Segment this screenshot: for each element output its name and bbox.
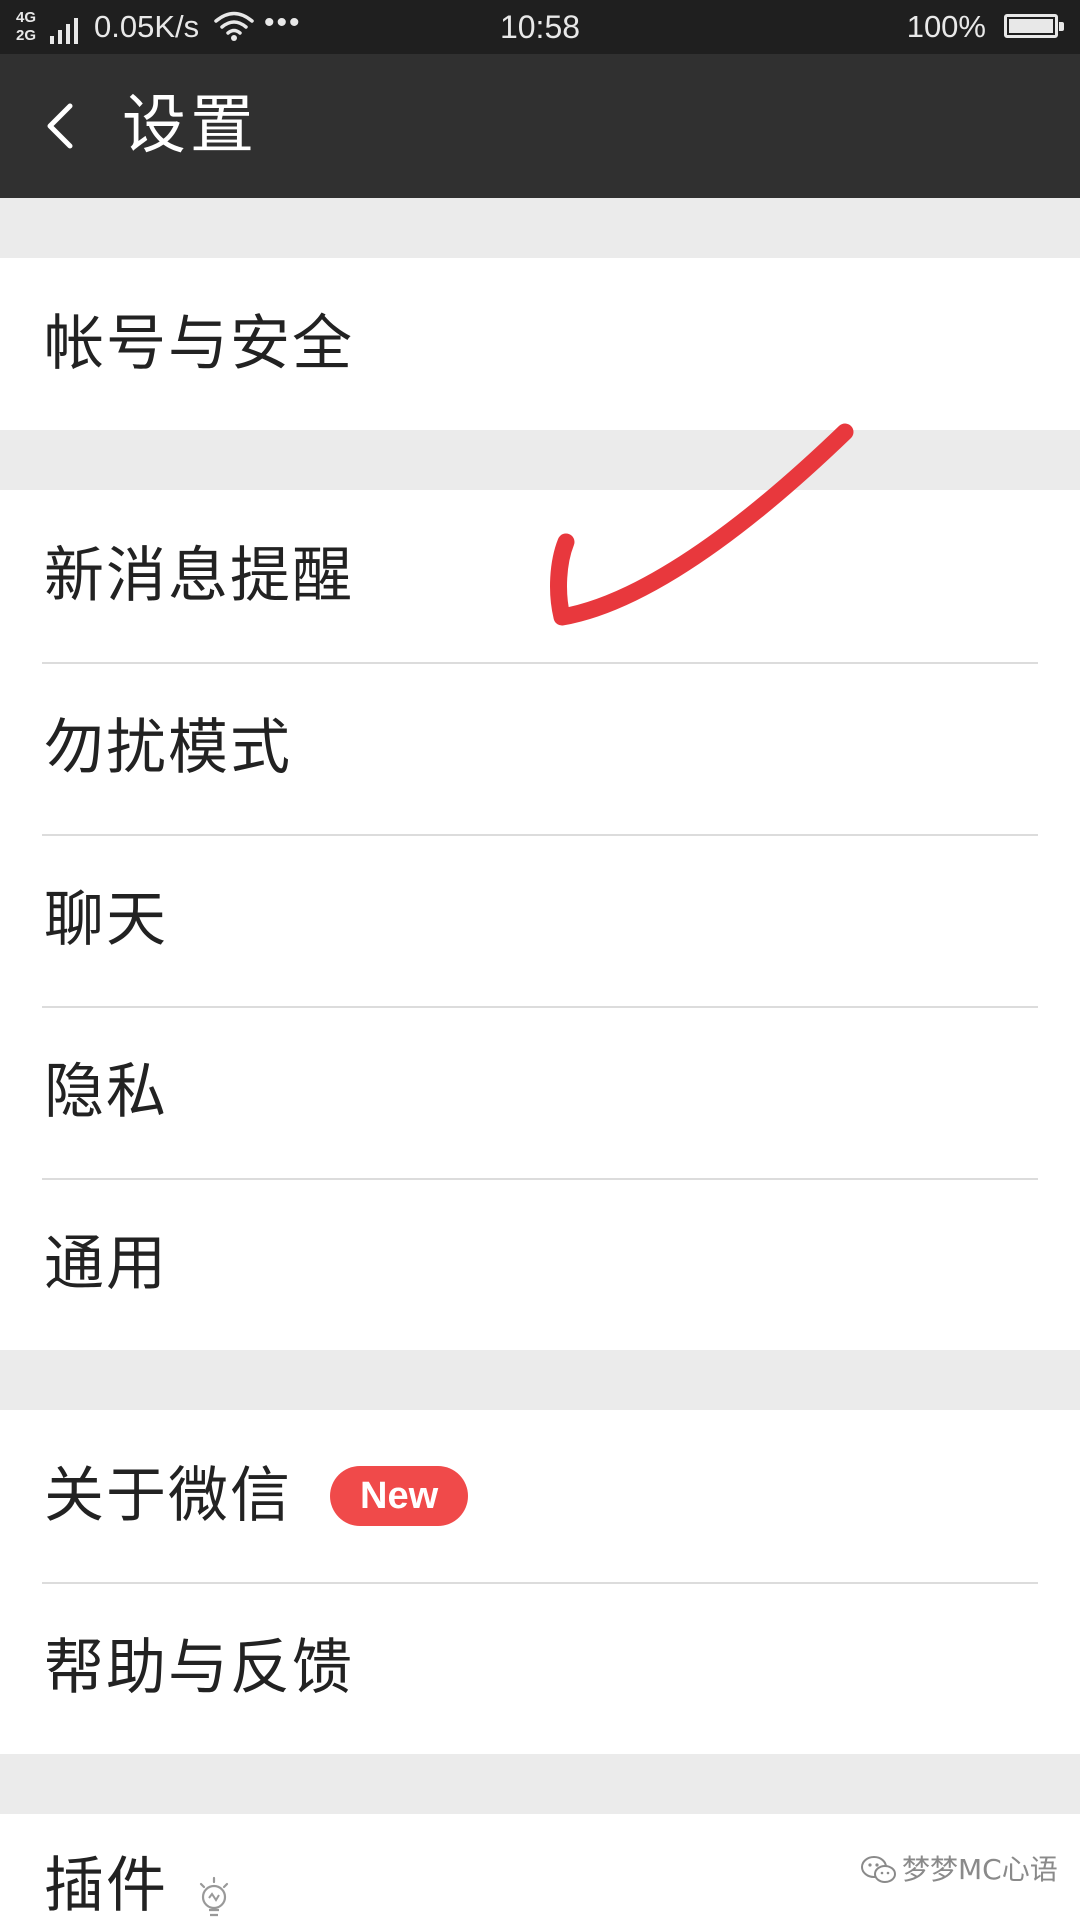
settings-item-label: 通用	[44, 1229, 168, 1299]
settings-group-about: 关于微信 New 帮助与反馈	[0, 1410, 1080, 1754]
title-bar: 设置	[0, 54, 1080, 198]
settings-item-help-feedback[interactable]: 帮助与反馈	[0, 1582, 1080, 1754]
settings-group-main: 新消息提醒 勿扰模式 聊天 隐私 通用	[0, 490, 1080, 1350]
divider	[42, 1178, 1038, 1180]
settings-item-general[interactable]: 通用	[0, 1178, 1080, 1350]
settings-group-account: 帐号与安全	[0, 258, 1080, 430]
settings-item-do-not-disturb[interactable]: 勿扰模式	[0, 662, 1080, 834]
settings-item-label: 插件	[44, 1851, 168, 1920]
divider	[42, 1006, 1038, 1008]
battery-fill	[1009, 19, 1053, 33]
settings-item-privacy[interactable]: 隐私	[0, 1006, 1080, 1178]
page-title: 设置	[122, 89, 258, 163]
settings-item-label: 关于微信	[44, 1461, 292, 1531]
settings-item-new-message-notifications[interactable]: 新消息提醒	[0, 490, 1080, 662]
settings-item-label: 帮助与反馈	[44, 1633, 354, 1703]
settings-item-label: 聊天	[44, 885, 168, 955]
wechat-icon	[861, 1856, 896, 1883]
settings-item-label: 帐号与安全	[44, 309, 354, 379]
settings-item-label: 勿扰模式	[44, 713, 292, 783]
settings-item-account-security[interactable]: 帐号与安全	[0, 258, 1080, 430]
status-bar: 4G 2G 0.05K/s ••• 10:58 100%	[0, 0, 1080, 54]
bulb-icon	[199, 1876, 229, 1917]
settings-item-label: 新消息提醒	[44, 541, 354, 611]
new-badge: New	[330, 1466, 469, 1526]
settings-item-about-wechat[interactable]: 关于微信 New	[0, 1410, 1080, 1582]
back-arrow-icon[interactable]	[30, 94, 94, 158]
watermark-text: 梦梦MC心语	[902, 1853, 1058, 1886]
battery-icon	[1004, 14, 1064, 38]
divider	[42, 834, 1038, 836]
settings-item-label: 隐私	[44, 1057, 168, 1127]
battery-percent: 100%	[906, 9, 986, 44]
settings-item-chat[interactable]: 聊天	[0, 834, 1080, 1006]
